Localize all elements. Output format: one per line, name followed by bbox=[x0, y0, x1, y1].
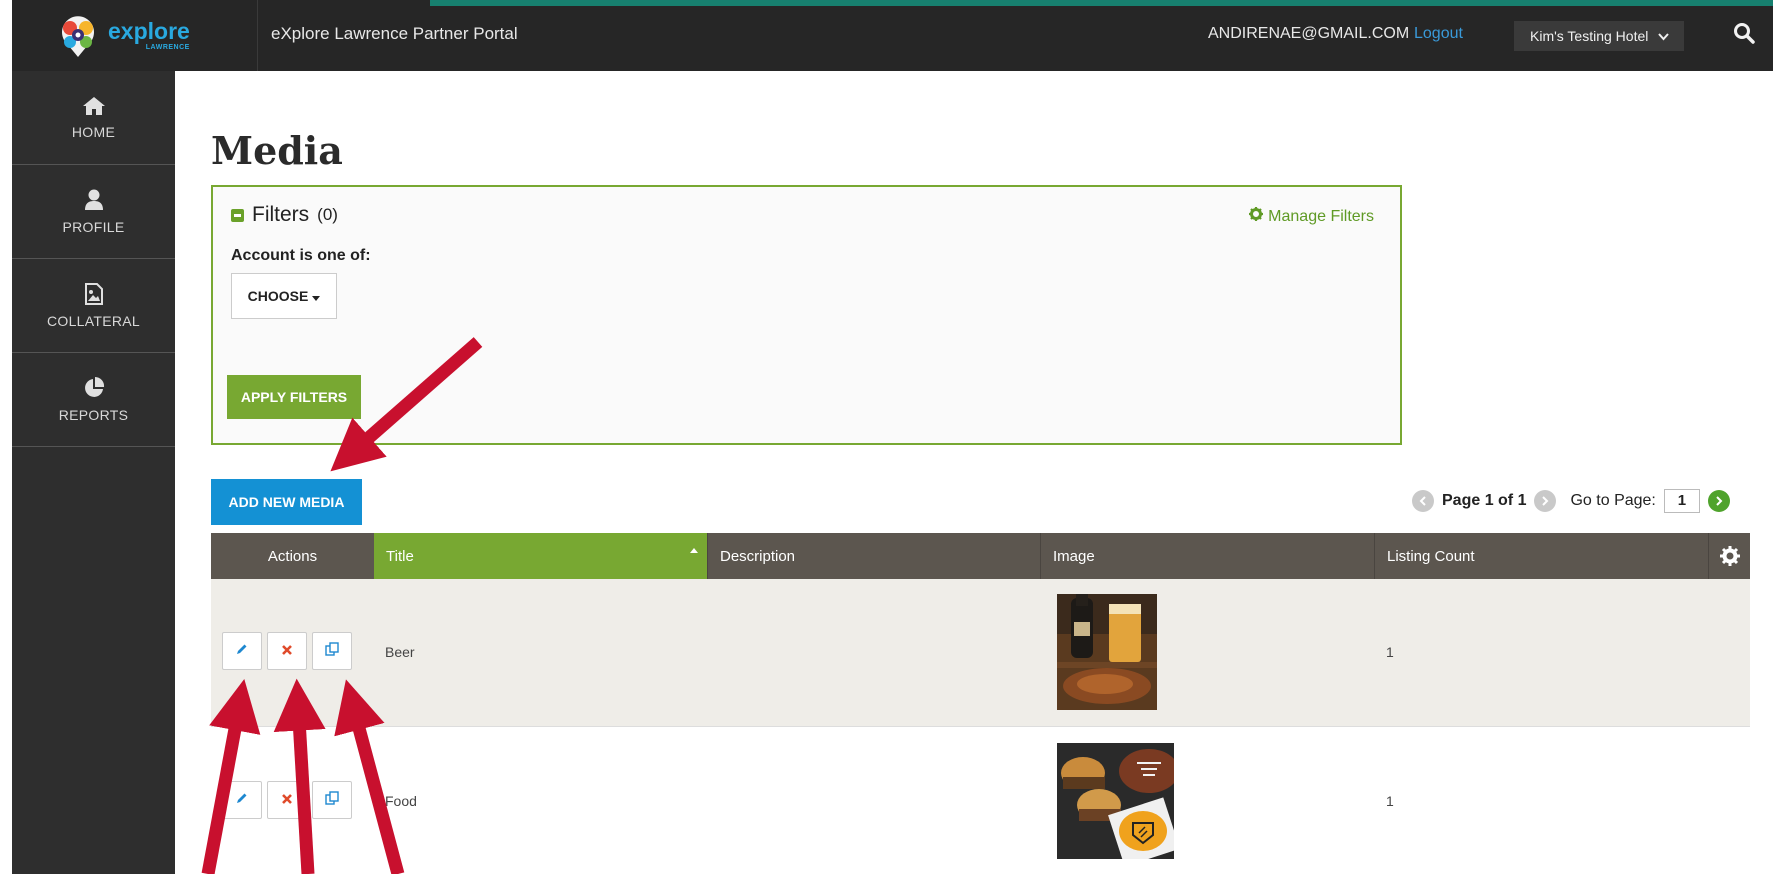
sidebar-item-collateral[interactable]: COLLATERAL bbox=[12, 259, 175, 353]
sidebar: HOME PROFILE COLLATERAL REPORTS bbox=[12, 71, 175, 874]
search-icon[interactable] bbox=[1733, 22, 1757, 46]
copy-icon bbox=[325, 790, 339, 810]
close-icon bbox=[282, 642, 292, 660]
logo-pin-icon bbox=[56, 14, 100, 58]
edit-button[interactable] bbox=[222, 632, 262, 670]
logo-text: explore LAWRENCE bbox=[108, 18, 190, 52]
choose-label: CHOOSE bbox=[247, 288, 309, 304]
column-settings-icon[interactable] bbox=[1708, 533, 1750, 579]
pencil-icon bbox=[236, 791, 248, 809]
row-title: Beer bbox=[385, 644, 415, 660]
sidebar-item-reports[interactable]: REPORTS bbox=[12, 353, 175, 447]
goto-page-label: Go to Page: bbox=[1570, 492, 1656, 509]
delete-button[interactable] bbox=[267, 632, 307, 670]
home-icon bbox=[82, 96, 106, 116]
page-title: Media bbox=[211, 128, 343, 173]
table-header: Actions Title Description Image Listing … bbox=[211, 533, 1750, 579]
add-new-media-button[interactable]: ADD NEW MEDIA bbox=[211, 479, 362, 525]
table-row: Beer 1 bbox=[211, 579, 1750, 727]
logo-main-text: explore bbox=[108, 18, 190, 44]
pagination: Page 1 of 1 Go to Page: 1 bbox=[1412, 488, 1730, 514]
goto-page-input[interactable]: 1 bbox=[1663, 489, 1700, 513]
image-file-icon bbox=[84, 282, 103, 305]
brand-strip bbox=[430, 0, 1773, 6]
column-title-label: Title bbox=[386, 547, 414, 565]
sidebar-item-home[interactable]: HOME bbox=[12, 71, 175, 165]
sort-asc-icon bbox=[690, 548, 698, 553]
row-image-food[interactable] bbox=[1057, 743, 1174, 859]
user-icon bbox=[84, 189, 104, 211]
filters-heading: Filters bbox=[252, 203, 310, 226]
column-description[interactable]: Description bbox=[707, 533, 1040, 579]
table-row: Food 1 bbox=[211, 727, 1750, 874]
filters-toggle[interactable]: Filters (0) bbox=[231, 203, 338, 227]
duplicate-button[interactable] bbox=[312, 632, 352, 670]
column-actions: Actions bbox=[267, 547, 318, 565]
caret-down-icon bbox=[312, 288, 321, 304]
sidebar-item-label: HOME bbox=[71, 123, 116, 140]
collapse-icon bbox=[231, 208, 244, 222]
logout-link[interactable]: Logout bbox=[1414, 25, 1463, 43]
page: explore LAWRENCE eXplore Lawrence Partne… bbox=[0, 0, 1773, 874]
row-image-beer[interactable] bbox=[1057, 594, 1157, 710]
user-email: ANDIRENAE@GMAIL.COM bbox=[1208, 25, 1410, 42]
account-filter-label: Account is one of: bbox=[231, 247, 371, 264]
filters-count: (0) bbox=[317, 205, 338, 224]
hotel-select-value: Kim's Testing Hotel bbox=[1530, 28, 1649, 44]
duplicate-button[interactable] bbox=[312, 781, 352, 819]
next-page-icon[interactable] bbox=[1534, 490, 1557, 512]
column-title[interactable]: Title bbox=[374, 533, 707, 579]
row-listing-count: 1 bbox=[1386, 644, 1394, 660]
portal-title: eXplore Lawrence Partner Portal bbox=[271, 24, 518, 43]
sidebar-item-profile[interactable]: PROFILE bbox=[12, 165, 175, 259]
goto-page-go-icon[interactable] bbox=[1707, 490, 1730, 512]
row-title: Food bbox=[385, 793, 417, 809]
pie-chart-icon bbox=[83, 376, 105, 399]
sidebar-item-label: COLLATERAL bbox=[47, 312, 140, 329]
copy-icon bbox=[325, 641, 339, 661]
manage-filters-link[interactable]: Manage Filters bbox=[1249, 207, 1374, 226]
column-image[interactable]: Image bbox=[1040, 533, 1374, 579]
choose-dropdown[interactable]: CHOOSE bbox=[231, 273, 337, 319]
page-indicator: Page 1 of 1 bbox=[1442, 492, 1527, 509]
column-listing-count[interactable]: Listing Count bbox=[1374, 533, 1708, 579]
logo[interactable]: explore LAWRENCE bbox=[12, 0, 258, 71]
sidebar-item-label: PROFILE bbox=[62, 218, 125, 235]
chevron-down-icon bbox=[1658, 28, 1670, 44]
close-icon bbox=[282, 791, 292, 809]
filters-panel: Filters (0) Manage Filters Account is on… bbox=[211, 185, 1402, 445]
logo-sub-text: LAWRENCE bbox=[145, 44, 190, 51]
row-listing-count: 1 bbox=[1386, 793, 1394, 809]
manage-filters-label: Manage Filters bbox=[1268, 207, 1374, 225]
apply-filters-button[interactable]: APPLY FILTERS bbox=[227, 375, 361, 419]
prev-page-icon[interactable] bbox=[1412, 490, 1434, 512]
hotel-select[interactable]: Kim's Testing Hotel bbox=[1514, 21, 1684, 51]
delete-button[interactable] bbox=[267, 781, 307, 819]
sidebar-item-label: REPORTS bbox=[58, 406, 129, 423]
edit-button[interactable] bbox=[222, 781, 262, 819]
pencil-icon bbox=[236, 642, 248, 660]
media-table: Actions Title Description Image Listing … bbox=[211, 533, 1750, 874]
gear-icon bbox=[1249, 207, 1264, 226]
